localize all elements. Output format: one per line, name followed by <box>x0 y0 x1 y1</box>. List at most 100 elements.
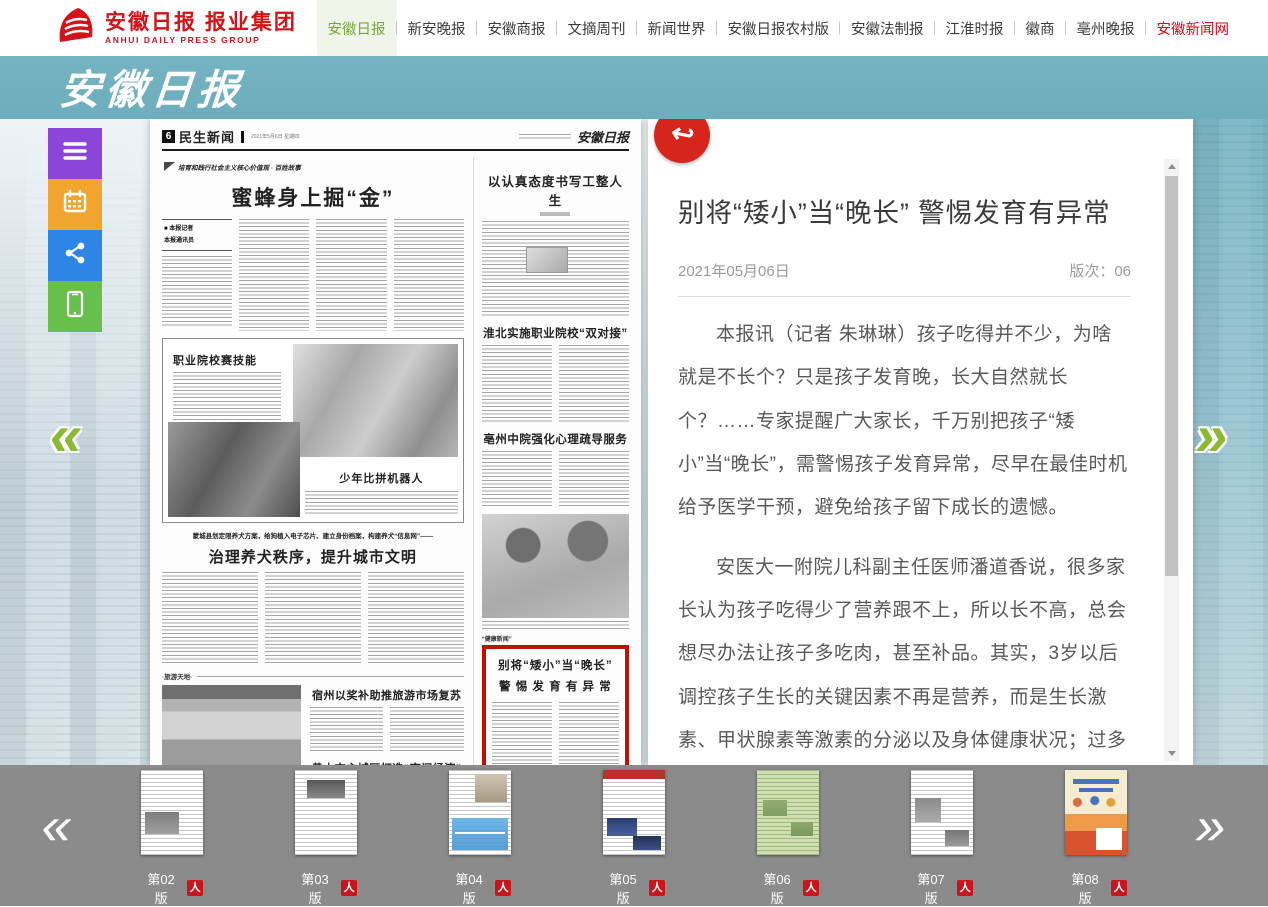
top-nav: 安徽日报 新安晚报 安徽商报 文摘周刊 新闻世界 安徽日报农村版 安徽法制报 江… <box>317 0 1241 56</box>
nav-item-digest-weekly[interactable]: 文摘周刊 <box>557 0 637 56</box>
thumbnails-next-arrow[interactable]: » <box>1191 799 1231 853</box>
page-thumb-07[interactable]: 第07版人 <box>911 770 973 906</box>
newspaper-brand-small: 安徽日报 <box>577 127 629 146</box>
nav-item-legal-daily[interactable]: 安徽法制报 <box>840 0 935 56</box>
robot-kids-photo <box>168 422 300 517</box>
article-body: 本报讯（记者 朱琳琳）孩子吃得并不少，为啥就是不长个？只是孩子发育晚，长大自然就… <box>678 313 1131 765</box>
page-05-preview[interactable] <box>603 770 665 855</box>
text-lines <box>316 219 386 331</box>
competition-photo <box>293 344 458 457</box>
newspaper-page-image[interactable]: 6 民生新闻 2021年5月6日 星期四 安徽日报 培育和践行社会主义核心价值观… <box>150 119 641 765</box>
text-lines <box>305 491 458 515</box>
back-arrow-icon: ↩ <box>668 119 697 152</box>
highlighted-article-region[interactable]: 别将“矮小”当“晚长” 警 惕 发 育 有 异 常 <box>482 645 629 765</box>
lead-headline: 蜜蜂身上掘“金” <box>162 182 464 212</box>
pdf-icon[interactable]: 人 <box>1111 880 1127 896</box>
text-lines <box>390 707 463 753</box>
scroll-up-button[interactable] <box>1164 159 1179 174</box>
arrow-down-icon <box>1168 751 1176 756</box>
box-headline: 职业院校赛技能 <box>173 352 257 368</box>
dog-section-lede: 蒙城县划定限养犬方案，给狗植入电子芯片、建立身份档案，构建养犬“信息网”—— <box>183 531 443 542</box>
share-icon <box>62 240 88 271</box>
page-thumb-08[interactable]: 第08版人 <box>1065 770 1127 906</box>
page-06-preview[interactable] <box>757 770 819 855</box>
bozhou-headline: 亳州中院强化心理疏导服务 <box>482 431 629 447</box>
nav-item-rural-edition[interactable]: 安徽日报农村版 <box>717 0 841 56</box>
nav-item-anhui-business[interactable]: 安徽商报 <box>477 0 557 56</box>
pdf-icon[interactable]: 人 <box>649 880 665 896</box>
huaibei-headline: 淮北实施职业院校“双对接” <box>482 325 629 341</box>
inline-graphic <box>526 247 568 273</box>
suzhou-headline: 宿州以奖补助推旅游市场复苏 <box>310 687 464 703</box>
text-lines <box>265 572 361 664</box>
section-title: 民生新闻 <box>179 127 235 146</box>
article-edition: 版次：06 <box>1069 260 1131 281</box>
text-lines <box>310 707 383 753</box>
arrow-up-icon <box>1168 164 1176 169</box>
back-button[interactable]: ↩ <box>654 119 710 163</box>
pdf-icon[interactable]: 人 <box>187 880 203 896</box>
nav-item-anhui-news-site[interactable]: 安徽新闻网 <box>1146 0 1241 56</box>
thumbnails-prev-arrow[interactable]: « <box>37 799 77 853</box>
page-thumb-02[interactable]: 第02版人 <box>141 770 203 906</box>
share-button[interactable] <box>48 230 102 281</box>
pdf-icon[interactable]: 人 <box>957 880 973 896</box>
text-lines <box>559 451 629 507</box>
text-lines <box>559 345 629 423</box>
nav-item-huishang[interactable]: 徽商 <box>1015 0 1066 56</box>
calendar-button[interactable] <box>48 179 102 230</box>
page-thumb-03[interactable]: 第03版人 <box>295 770 357 906</box>
pdf-icon[interactable]: 人 <box>495 880 511 896</box>
mobile-button[interactable] <box>48 281 102 332</box>
page-04-preview[interactable] <box>449 770 511 855</box>
box-caption: 少年比拼机器人 <box>305 470 458 486</box>
press-group-logo[interactable]: 安徽日报 报业集团 ANHUI DAILY PRESS GROUP <box>54 6 297 51</box>
byline-line1: ■ 本报记者 <box>164 223 230 235</box>
text-lines <box>162 572 258 664</box>
pdf-icon[interactable]: 人 <box>803 880 819 896</box>
page-thumbnail-strip: « 第02版人 第03版人 第04版人 第05版人 第06版人 第07版人 第0… <box>0 765 1268 906</box>
page-08-preview[interactable] <box>1065 770 1127 855</box>
text-lines <box>482 451 552 507</box>
page-03-preview[interactable] <box>295 770 357 855</box>
dog-section-headline: 治理养犬秩序，提升城市文明 <box>162 546 464 567</box>
boxed-title-line1: 别将“矮小”当“晚长” <box>492 656 619 677</box>
paper-brand-calligraphy: 安徽日报 <box>57 56 246 116</box>
vocational-skills-photo-box: 职业院校赛技能 少年比拼机器人 <box>162 338 464 523</box>
logo-subtitle: ANHUI DAILY PRESS GROUP <box>105 35 297 45</box>
text-lines <box>482 221 629 317</box>
article-title: 别将“矮小”当“晚长” 警惕发育有异常 <box>678 191 1131 230</box>
nav-item-anhui-daily[interactable]: 安徽日报 <box>317 0 397 56</box>
right-column-headline: 以认真态度书写工整人生 <box>482 171 629 209</box>
text-lines <box>559 702 619 765</box>
page-07-preview[interactable] <box>911 770 973 855</box>
farmers-photo <box>482 514 629 618</box>
byline-line2: 本报通讯员 <box>164 235 230 247</box>
page-02-preview[interactable] <box>141 770 203 855</box>
nav-item-bozhou-evening[interactable]: 亳州晚报 <box>1066 0 1146 56</box>
text-lines <box>368 572 464 664</box>
text-lines <box>482 345 552 423</box>
reader-main: « » 6 民生新闻 2021年5月6日 星期四 安徽日报 培育和践行社会主义核… <box>0 119 1268 765</box>
nav-item-jianghuai-times[interactable]: 江淮时报 <box>935 0 1015 56</box>
masthead-band: 安徽日报 <box>0 56 1268 119</box>
nav-item-news-world[interactable]: 新闻世界 <box>637 0 717 56</box>
slogan-ribbon: 培育和践行社会主义核心价值观 · 百姓故事 <box>162 161 307 173</box>
page-thumb-04[interactable]: 第04版人 <box>449 770 511 906</box>
scroll-down-button[interactable] <box>1164 746 1179 761</box>
newspaper-page-header: 6 民生新闻 2021年5月6日 星期四 安徽日报 <box>162 127 629 151</box>
article-scrollbar[interactable] <box>1164 159 1179 761</box>
tool-sidebar <box>48 128 102 332</box>
page-thumb-05[interactable]: 第05版人 <box>603 770 665 906</box>
menu-button[interactable] <box>48 128 102 179</box>
nav-item-xinan-evening[interactable]: 新安晚报 <box>397 0 477 56</box>
press-group-logo-icon <box>54 6 96 51</box>
article-paragraph: 安医大一附院儿科副主任医师潘道香说，很多家长认为孩子吃得少了营养跟不上，所以长不… <box>678 546 1131 765</box>
article-panel: ↩ 别将“矮小”当“晚长” 警惕发育有异常 2021年05月06日 版次：06 … <box>648 119 1193 765</box>
dog-management-section: 蒙城县划定限养犬方案，给狗植入电子芯片、建立身份档案，构建养犬“信息网”—— 治… <box>162 531 464 664</box>
scrollbar-thumb[interactable] <box>1165 176 1178 576</box>
newspaper-date: 2021年5月6日 星期四 <box>251 133 299 140</box>
marathon-article: 乡村旅游季 快乐健康跑 <box>162 685 301 765</box>
pdf-icon[interactable]: 人 <box>341 880 357 896</box>
page-thumb-06[interactable]: 第06版人 <box>757 770 819 906</box>
